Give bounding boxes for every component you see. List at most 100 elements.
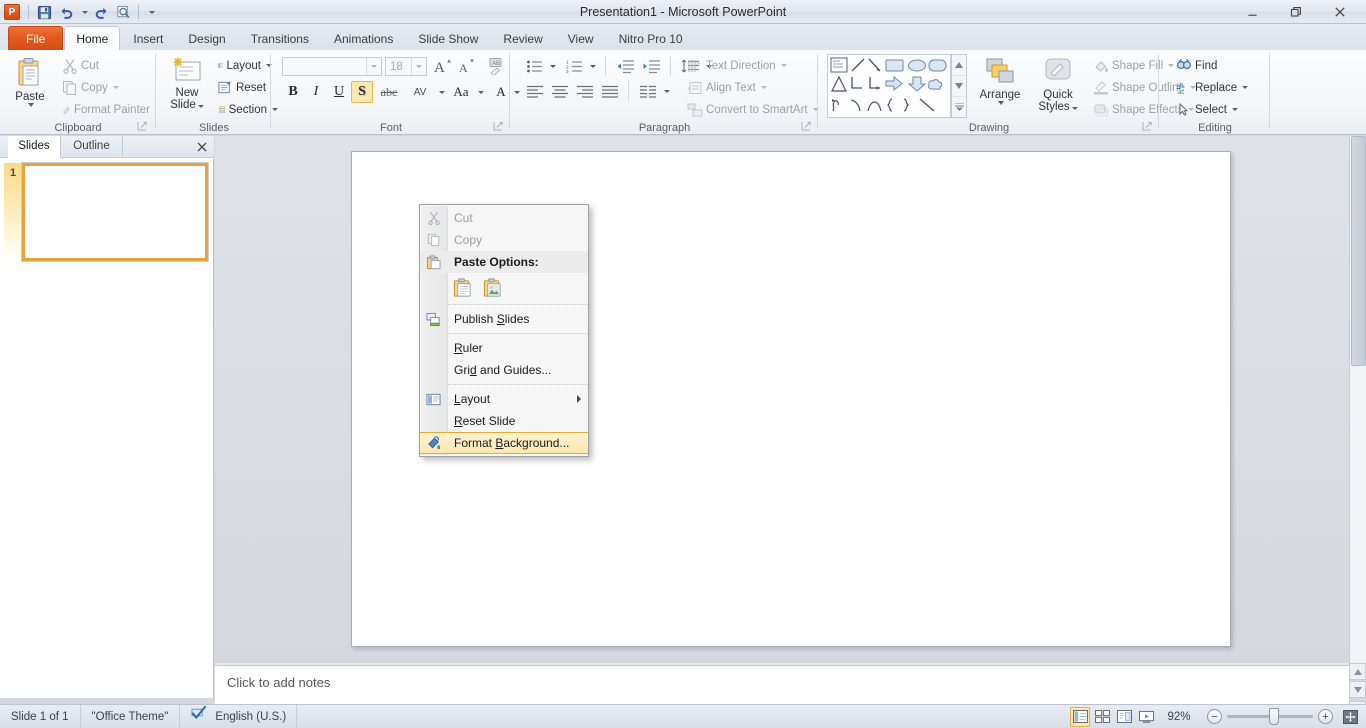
tab-view[interactable]: View (556, 26, 606, 50)
close-pane-icon[interactable] (194, 139, 210, 155)
picture-icon[interactable] (480, 275, 505, 299)
bold-button[interactable]: B (282, 81, 304, 103)
editor-vertical-scrollbar[interactable] (1349, 136, 1366, 663)
zoom-track[interactable] (1227, 715, 1313, 718)
slide-show-button[interactable] (1136, 707, 1156, 727)
previous-slide-button[interactable] (1349, 663, 1366, 680)
columns-button[interactable] (635, 80, 660, 102)
new-slide-dropdown-icon[interactable] (198, 105, 204, 108)
decrease-font-size-button[interactable]: A (454, 55, 478, 77)
minimize-button[interactable] (1230, 1, 1274, 23)
italic-button[interactable]: I (305, 81, 327, 103)
spellcheck-icon[interactable] (190, 705, 207, 728)
decrease-indent-button[interactable] (612, 55, 637, 77)
align-left-button[interactable] (522, 80, 547, 102)
change-case-dropdown-icon[interactable] (474, 81, 485, 103)
shapes-scroll-up-icon[interactable] (952, 55, 966, 76)
select-button[interactable]: Select (1172, 99, 1248, 120)
zoom-out-button[interactable]: − (1207, 709, 1222, 724)
drawing-dialog-launcher[interactable] (1142, 121, 1153, 132)
tab-insert[interactable]: Insert (121, 26, 175, 50)
slide-editor-area[interactable] (215, 136, 1349, 663)
numbering-button[interactable]: 123 (562, 55, 586, 77)
menu-item-format-background[interactable]: Format Background... (420, 432, 588, 454)
shapes-gallery-scroll[interactable] (951, 54, 967, 118)
menu-item-publish-slides[interactable]: Publish Slides (420, 308, 588, 330)
shapes-scroll-down-icon[interactable] (952, 76, 966, 97)
reading-view-button[interactable] (1114, 707, 1134, 727)
font-name-input[interactable] (282, 57, 382, 76)
character-spacing-button[interactable]: AV (404, 81, 436, 103)
align-center-button[interactable] (547, 80, 572, 102)
new-slide-button[interactable]: New Slide (163, 54, 211, 114)
underline-button[interactable]: U (328, 81, 350, 103)
columns-dropdown-icon[interactable] (660, 80, 671, 102)
next-slide-button[interactable] (1349, 681, 1366, 698)
character-spacing-dropdown-icon[interactable] (435, 81, 446, 103)
menu-item-reset-slide[interactable]: Reset Slide (420, 410, 588, 432)
status-slide-info[interactable]: Slide 1 of 1 (0, 705, 81, 728)
quick-styles-button[interactable]: Quick Styles (1031, 54, 1085, 116)
replace-button[interactable]: abac Replace (1172, 77, 1256, 98)
bullets-button[interactable] (522, 55, 546, 77)
font-size-dropdown-icon[interactable] (411, 58, 424, 75)
pane-tab-slides[interactable]: Slides (8, 136, 61, 158)
paste-dropdown-icon[interactable] (28, 103, 34, 107)
shapes-gallery[interactable] (827, 54, 951, 118)
find-button[interactable]: Find (1172, 55, 1246, 76)
zoom-slider-handle[interactable] (1269, 708, 1279, 725)
arrange-dropdown-icon[interactable] (998, 101, 1004, 105)
paragraph-dialog-launcher[interactable] (801, 121, 812, 132)
layout-button[interactable]: Layout (214, 55, 276, 76)
zoom-percent-label[interactable]: 92% (1157, 711, 1201, 723)
reset-button[interactable]: Reset (214, 77, 272, 98)
tab-review[interactable]: Review (491, 26, 554, 50)
slide-thumbnail-item[interactable]: 1 (4, 163, 210, 261)
font-color-button[interactable]: A (491, 81, 511, 103)
clipboard-dialog-launcher[interactable] (137, 121, 148, 132)
tab-nitro-pro-10[interactable]: Nitro Pro 10 (607, 26, 695, 50)
menu-item-ruler[interactable]: Ruler (420, 337, 588, 359)
slide-thumbnail[interactable] (22, 163, 208, 261)
tab-file[interactable]: File (8, 26, 63, 50)
zoom-in-button[interactable]: + (1318, 709, 1333, 724)
status-theme-name[interactable]: "Office Theme" (81, 705, 181, 728)
zoom-slider[interactable]: − + (1201, 709, 1339, 724)
font-size-input[interactable]: 18 (385, 57, 427, 76)
pane-tab-outline[interactable]: Outline (61, 136, 123, 158)
use-destination-theme-icon[interactable] (450, 275, 475, 299)
quick-styles-dropdown-icon[interactable] (1072, 107, 1078, 110)
font-dialog-launcher[interactable] (493, 121, 504, 132)
align-right-button[interactable] (572, 80, 597, 102)
select-dropdown-icon[interactable] (1232, 108, 1238, 111)
tab-transitions[interactable]: Transitions (239, 26, 321, 50)
arrange-button[interactable]: Arrange (972, 54, 1028, 108)
menu-item-grid-and-guides[interactable]: Grid and Guides... (420, 359, 588, 381)
slide-sorter-view-button[interactable] (1092, 707, 1112, 727)
text-shadow-button[interactable]: S (351, 81, 373, 103)
close-button[interactable] (1318, 1, 1362, 23)
normal-view-button[interactable] (1070, 707, 1090, 727)
scrollbar-thumb[interactable] (1351, 136, 1366, 366)
fit-slide-to-window-button[interactable] (1340, 707, 1360, 727)
tab-design[interactable]: Design (176, 26, 237, 50)
shapes-more-icon[interactable] (952, 97, 966, 117)
strikethrough-button[interactable]: abc (376, 81, 402, 103)
increase-font-size-button[interactable]: A (430, 55, 454, 77)
notes-pane[interactable]: Click to add notes (215, 665, 1349, 708)
bullets-dropdown-icon[interactable] (546, 55, 557, 77)
tab-slide-show[interactable]: Slide Show (406, 26, 490, 50)
paste-button[interactable]: Paste (8, 54, 52, 110)
tab-animations[interactable]: Animations (322, 26, 405, 50)
replace-dropdown-icon[interactable] (1242, 86, 1248, 89)
restore-button[interactable] (1274, 1, 1318, 23)
increase-indent-button[interactable] (638, 55, 663, 77)
numbering-dropdown-icon[interactable] (586, 55, 597, 77)
tab-home[interactable]: Home (64, 26, 120, 50)
status-language[interactable]: English (U.S.) (180, 705, 297, 728)
clear-formatting-button[interactable]: AB (484, 55, 508, 77)
justify-button[interactable] (597, 80, 622, 102)
change-case-button[interactable]: Aa (448, 81, 474, 103)
font-name-dropdown-icon[interactable] (366, 58, 379, 75)
menu-item-layout[interactable]: Layout (420, 388, 588, 410)
